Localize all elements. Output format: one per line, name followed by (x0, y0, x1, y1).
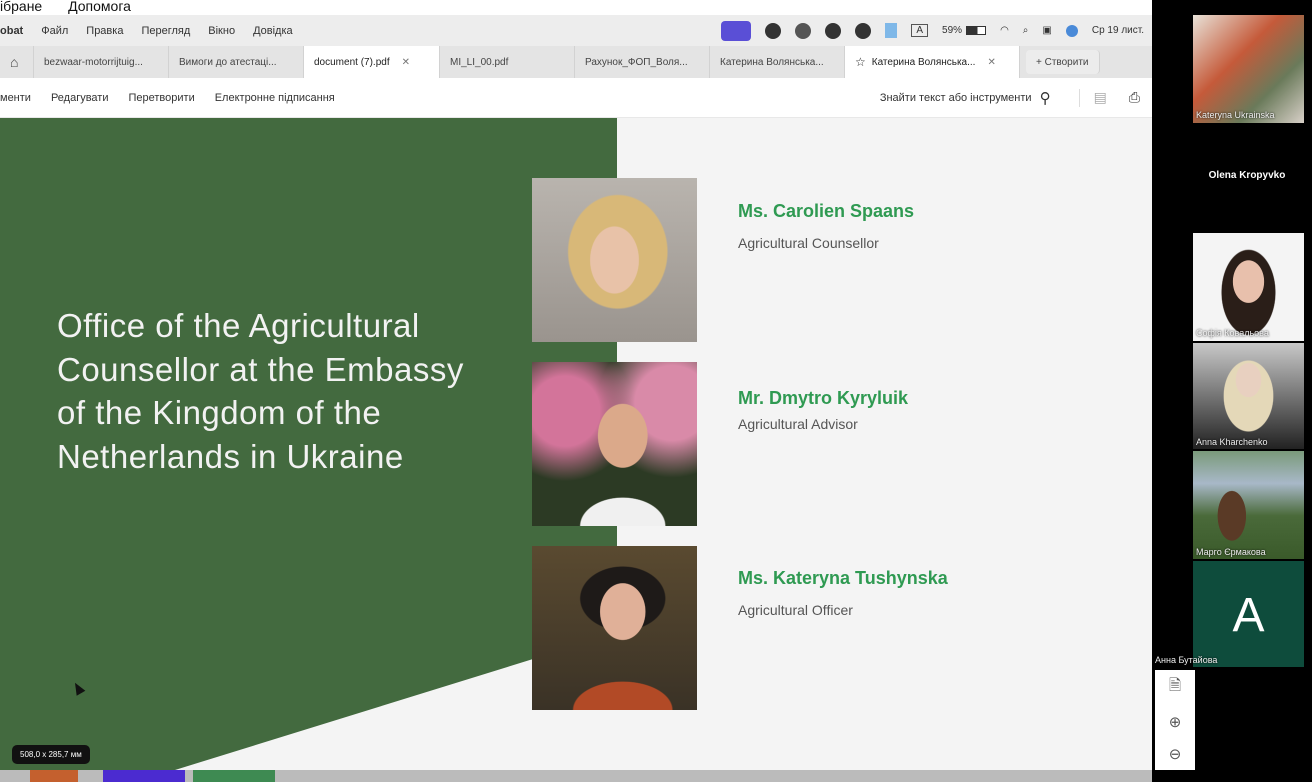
menu-help[interactable]: Допомога (68, 0, 131, 14)
status-tray: A 59% ◠ ⌕ ▣ Ср 19 лист. (721, 15, 1144, 46)
toolbar-convert[interactable]: Перетворити (129, 92, 195, 104)
search-icon[interactable]: ⌕ (1023, 25, 1029, 36)
menu-view[interactable]: Перегляд (141, 25, 190, 37)
calendar-icon[interactable] (885, 23, 898, 38)
person-role: Agricultural Advisor (738, 416, 858, 432)
app-cloud-icon[interactable] (825, 22, 842, 39)
mac-menubar: obat Файл Правка Перегляд Вікно Довідка … (0, 15, 1152, 46)
clock[interactable]: Ср 19 лист. (1092, 25, 1144, 36)
participant-name: Olena Kropyvko (1208, 170, 1286, 181)
participant-name: Kateryna Ukrainska (1196, 110, 1275, 120)
photo-kateryna-tushynska (532, 546, 697, 710)
photo-dmytro-kyryluik (532, 362, 697, 526)
person-name: Mr. Dmytro Kyryluik (738, 388, 909, 408)
siri-icon[interactable] (1065, 24, 1078, 37)
dock-strip (0, 770, 1152, 782)
close-tab-icon[interactable]: ✕ (402, 57, 410, 68)
new-tab-label: + Створити (1036, 56, 1089, 68)
tab-label: Катерина Волянська... (720, 56, 824, 68)
participant-tile[interactable]: Kateryna Ukrainska (1193, 15, 1304, 123)
wifi-icon[interactable]: ◠ (1000, 25, 1009, 36)
participant-name: Марго Єрмакова (1196, 547, 1266, 557)
tab-label: MI_LI_00.pdf (450, 56, 509, 68)
tab-item-active[interactable]: ☆ Катерина Волянська... ✕ (845, 46, 1020, 78)
app-c-icon[interactable] (765, 22, 782, 39)
menu-help[interactable]: Довідка (253, 25, 293, 37)
tab-label: Рахунок_ФОП_Воля... (585, 56, 688, 68)
zoom-out-icon[interactable]: ⊖ (1169, 745, 1182, 763)
person-name: Ms. Kateryna Tushynska (738, 568, 948, 588)
participant-name: Анна Бутайова (1155, 655, 1218, 665)
participant-tile[interactable]: Olena Kropyvko (1152, 165, 1312, 190)
tab-label: document (7).pdf (314, 56, 390, 68)
toolbar-esign[interactable]: Електронне підписання (215, 92, 335, 104)
app-name[interactable]: obat (0, 25, 23, 37)
toolbar-documents[interactable]: менти (0, 92, 31, 104)
participant-name: Anna Kharchenko (1196, 437, 1268, 447)
pdf-slide: Office of the Agricultural Counsellor at… (0, 118, 1152, 770)
tab-label: Катерина Волянська... (871, 56, 976, 68)
star-icon[interactable]: ☆ (855, 55, 866, 69)
home-tab[interactable]: ⌂ (0, 46, 34, 78)
battery-icon (966, 26, 987, 35)
tab-item[interactable]: bezwaar-motorrijtuig... (34, 46, 169, 78)
photo-carolien-spaans (532, 178, 697, 342)
app-chat-icon[interactable] (855, 22, 872, 39)
find-tools-input[interactable]: Знайти текст або інструменти (880, 92, 1032, 104)
tab-item-active[interactable]: document (7).pdf ✕ (304, 46, 440, 78)
close-tab-icon[interactable]: ✕ (987, 57, 995, 68)
new-tab-button[interactable]: + Створити (1026, 50, 1100, 74)
page-size-badge: 508,0 x 285,7 мм (12, 745, 90, 764)
app-menu-strip: ібране Допомога (0, 0, 1152, 15)
slide-title: Office of the Agricultural Counsellor at… (57, 307, 464, 475)
avatar-initial: A (1232, 589, 1265, 642)
save-icon[interactable]: ▤ (1094, 89, 1107, 106)
person-name: Ms. Carolien Spaans (738, 201, 915, 221)
person-role: Agricultural Officer (738, 602, 853, 618)
video-participants-panel: Kateryna Ukrainska Olena Kropyvko Софія … (1152, 15, 1312, 670)
participant-name: Софія Ковальова (1196, 328, 1269, 338)
participant-tile[interactable]: Anna Kharchenko (1193, 343, 1304, 449)
divider (1078, 88, 1080, 107)
menu-file[interactable]: Файл (41, 25, 68, 37)
keyboard-a-icon[interactable]: A (911, 24, 929, 37)
tab-label: Вимоги до атестаці... (179, 56, 277, 68)
screen-share-icon[interactable] (721, 20, 752, 41)
participant-tile[interactable]: A (1193, 561, 1304, 667)
zoom-in-icon[interactable]: ⊕ (1169, 713, 1182, 731)
search-icon[interactable]: ⚲ (1040, 89, 1051, 107)
pdf-side-tools: 🗎 ⊕ ⊖ (1155, 668, 1195, 770)
tab-label: bezwaar-motorrijtuig... (44, 56, 143, 68)
menu-favorites[interactable]: ібране (0, 0, 42, 14)
participant-tile[interactable]: Софія Ковальова (1193, 233, 1304, 341)
toolbar-edit[interactable]: Редагувати (51, 92, 109, 104)
person-role: Agricultural Counsellor (738, 235, 879, 251)
tab-item[interactable]: Рахунок_ФОП_Воля... (575, 46, 710, 78)
tab-bar: ⌂ bezwaar-motorrijtuig... Вимоги до атес… (0, 46, 1152, 78)
battery-percent[interactable]: 59% (942, 25, 962, 36)
control-center-icon[interactable]: ▣ (1042, 25, 1051, 36)
app-paw-icon[interactable] (795, 22, 812, 39)
page-tools-icon[interactable]: 🗎 (1169, 675, 1181, 700)
print-icon[interactable]: ⎙ (1129, 89, 1140, 106)
menu-window[interactable]: Вікно (208, 25, 235, 37)
tab-item[interactable]: Вимоги до атестаці... (169, 46, 304, 78)
acrobat-toolbar: менти Редагувати Перетворити Електронне … (0, 78, 1152, 118)
tab-item[interactable]: MI_LI_00.pdf (440, 46, 575, 78)
menu-edit[interactable]: Правка (86, 25, 123, 37)
participant-tile[interactable]: Марго Єрмакова (1193, 451, 1304, 559)
tab-item[interactable]: Катерина Волянська... (710, 46, 845, 78)
